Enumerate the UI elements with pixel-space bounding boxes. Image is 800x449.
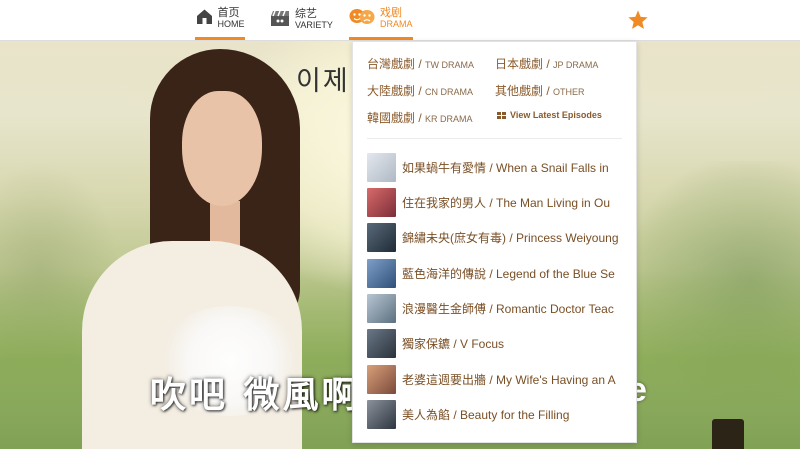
hero-subtitle: 吹吧 微風啊 bbox=[150, 375, 361, 416]
episode-title: 老婆這週要出牆 / My Wife's Having an A bbox=[402, 372, 616, 387]
episode-thumbnail bbox=[367, 364, 396, 394]
nav-home[interactable]: 首页 HOME bbox=[195, 0, 245, 40]
episode-thumbnail bbox=[367, 293, 396, 323]
nav-drama[interactable]: 戏剧 DRAMA bbox=[349, 0, 413, 40]
episode-item[interactable]: 獨家保鑣 / V Focus bbox=[367, 328, 636, 358]
episode-title: 獨家保鑣 / V Focus bbox=[402, 336, 505, 351]
category-label-en: TW DRAMA bbox=[425, 60, 475, 70]
top-nav: 首页 HOME 综艺 VARIETY 戏剧 DRAMA bbox=[0, 0, 800, 41]
clapperboard-icon bbox=[270, 9, 290, 32]
category-label-en: OTHER bbox=[553, 87, 585, 97]
category-kr-drama[interactable]: 韓國戲劇 / KR DRAMA bbox=[367, 109, 473, 126]
nav-variety[interactable]: 综艺 VARIETY bbox=[270, 0, 333, 40]
episode-item[interactable]: 浪漫醫生金師傅 / Romantic Doctor Teac bbox=[367, 293, 636, 323]
category-label-zh: 台灣戲劇 bbox=[367, 57, 416, 71]
category-separator: / bbox=[418, 57, 422, 71]
category-label-en: CN DRAMA bbox=[425, 87, 474, 97]
category-separator: / bbox=[418, 84, 422, 98]
category-label-zh: 其他戲劇 bbox=[495, 84, 544, 98]
nav-home-label-zh: 首页 bbox=[217, 6, 240, 19]
view-latest-episodes-label: View Latest Episodes bbox=[510, 110, 602, 120]
episode-title: 藍色海洋的傳說 / Legend of the Blue Se bbox=[402, 266, 615, 281]
category-other[interactable]: 其他戲劇 / OTHER bbox=[495, 82, 585, 99]
category-separator: / bbox=[546, 57, 550, 71]
episode-thumbnail bbox=[367, 399, 396, 429]
episode-item[interactable]: 美人為餡 / Beauty for the Filling bbox=[367, 399, 636, 429]
wooden-post bbox=[712, 419, 744, 449]
episode-title: 浪漫醫生金師傅 / Romantic Doctor Teac bbox=[402, 301, 614, 316]
episode-title: 美人為餡 / Beauty for the Filling bbox=[402, 407, 570, 422]
category-label-en: JP DRAMA bbox=[553, 60, 599, 70]
category-tw-drama[interactable]: 台灣戲劇 / TW DRAMA bbox=[367, 55, 474, 72]
view-latest-episodes-link[interactable]: View Latest Episodes bbox=[497, 110, 602, 120]
category-separator: / bbox=[418, 111, 422, 125]
episode-title: 錦繡未央(庶女有毒) / Princess Weiyoung bbox=[402, 230, 619, 245]
category-label-zh: 韓國戲劇 bbox=[367, 111, 416, 125]
nav-variety-label-en: VARIETY bbox=[295, 20, 333, 30]
episode-item[interactable]: 藍色海洋的傳說 / Legend of the Blue Se bbox=[367, 258, 636, 288]
category-jp-drama[interactable]: 日本戲劇 / JP DRAMA bbox=[495, 55, 598, 72]
star-icon[interactable] bbox=[627, 9, 649, 36]
nav-drama-label-zh: 戏剧 bbox=[380, 6, 402, 19]
theater-masks-icon bbox=[349, 8, 375, 30]
nav-drama-label-en: DRAMA bbox=[380, 18, 413, 29]
episode-title: 住在我家的男人 / The Man Living in Ou bbox=[402, 195, 611, 210]
episode-thumbnail bbox=[367, 328, 396, 358]
category-label-zh: 大陸戲劇 bbox=[367, 84, 416, 98]
episode-item[interactable]: 如果蝸牛有愛情 / When a Snail Falls in bbox=[367, 152, 636, 182]
category-label-en: KR DRAMA bbox=[425, 114, 473, 124]
episode-item[interactable]: 錦繡未央(庶女有毒) / Princess Weiyoung bbox=[367, 222, 636, 252]
episode-item[interactable]: 住在我家的男人 / The Man Living in Ou bbox=[367, 187, 636, 217]
menu-divider bbox=[367, 138, 622, 139]
episode-title: 如果蝸牛有愛情 / When a Snail Falls in bbox=[402, 160, 609, 175]
nav-home-label-en: HOME bbox=[217, 18, 245, 29]
category-separator: / bbox=[546, 84, 550, 98]
episode-item[interactable]: 老婆這週要出牆 / My Wife's Having an A bbox=[367, 364, 636, 394]
category-cn-drama[interactable]: 大陸戲劇 / CN DRAMA bbox=[367, 82, 473, 99]
nav-variety-label-zh: 综艺 bbox=[295, 8, 317, 20]
episode-thumbnail bbox=[367, 222, 396, 252]
episode-thumbnail bbox=[367, 187, 396, 217]
house-icon bbox=[196, 8, 213, 30]
grid-icon bbox=[497, 111, 506, 119]
drama-dropdown-menu: 台灣戲劇 / TW DRAMA 日本戲劇 / JP DRAMA 大陸戲劇 / C… bbox=[352, 41, 637, 443]
episode-thumbnail bbox=[367, 258, 396, 288]
category-label-zh: 日本戲劇 bbox=[495, 57, 544, 71]
episode-thumbnail bbox=[367, 152, 396, 182]
actress-face bbox=[182, 91, 262, 206]
